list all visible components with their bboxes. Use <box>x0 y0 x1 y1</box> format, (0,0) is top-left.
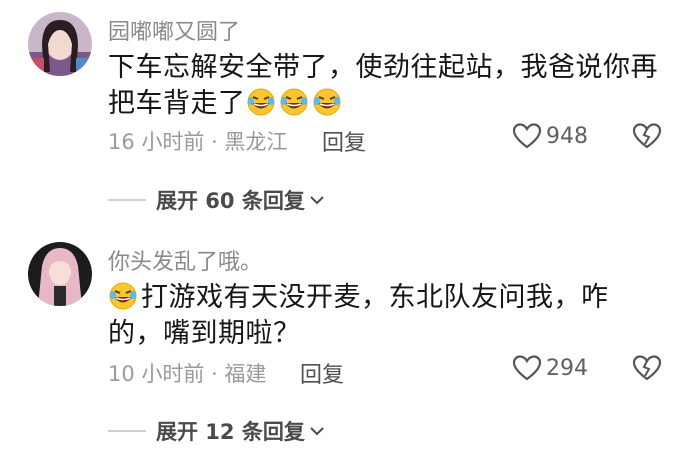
dislike-button[interactable] <box>632 354 662 386</box>
rolling-laughing-emoji <box>109 282 137 310</box>
divider-line <box>108 430 146 432</box>
comment-text-body: 打游戏有天没开麦，东北队友问我，咋的，嘴到期啦？ <box>108 282 609 349</box>
comment-item: 园嘟嘟又圆了 下车忘解安全带了，使劲往起站，我爸说你再把车背走了 16 小时前 … <box>0 0 690 230</box>
heart-outline-icon <box>512 355 542 381</box>
chevron-down-icon <box>310 196 324 205</box>
username[interactable]: 你头发乱了哦。 <box>108 244 262 276</box>
rolling-laughing-emoji <box>313 88 340 116</box>
expand-replies-label: 展开 12 条回复 <box>156 420 305 444</box>
reply-button[interactable]: 回复 <box>300 357 344 389</box>
avatar[interactable] <box>28 242 92 306</box>
like-button[interactable]: 294 <box>512 354 588 382</box>
chevron-down-icon <box>310 427 324 436</box>
rolling-laughing-emoji <box>247 88 274 116</box>
broken-heart-icon <box>632 355 662 381</box>
dislike-button[interactable] <box>632 122 662 154</box>
username[interactable]: 园嘟嘟又圆了 <box>108 14 240 46</box>
expand-replies-label: 展开 60 条回复 <box>156 189 305 213</box>
expand-replies-button[interactable]: 展开 60 条回复 <box>108 185 325 215</box>
reply-button[interactable]: 回复 <box>322 125 366 157</box>
comment-item: 你头发乱了哦。 打游戏有天没开麦，东北队友问我，咋的，嘴到期啦？ 10 小时前 … <box>0 230 690 466</box>
heart-outline-icon <box>512 123 542 149</box>
expand-replies-button[interactable]: 展开 12 条回复 <box>108 416 325 446</box>
avatar[interactable] <box>28 12 92 76</box>
rolling-laughing-emoji <box>280 88 307 116</box>
broken-heart-icon <box>632 123 662 149</box>
comment-text: 打游戏有天没开麦，东北队友问我，咋的，嘴到期啦？ <box>108 280 663 352</box>
divider-line <box>108 199 146 201</box>
comment-text: 下车忘解安全带了，使劲往起站，我爸说你再把车背走了 <box>108 50 663 122</box>
comment-text-body: 下车忘解安全带了，使劲往起站，我爸说你再把车背走了 <box>108 52 658 119</box>
time-location: 16 小时前 · 黑龙江 <box>108 130 288 154</box>
like-count: 294 <box>546 355 588 381</box>
like-button[interactable]: 948 <box>512 122 588 150</box>
like-count: 948 <box>546 123 588 149</box>
time-location: 10 小时前 · 福建 <box>108 362 267 386</box>
